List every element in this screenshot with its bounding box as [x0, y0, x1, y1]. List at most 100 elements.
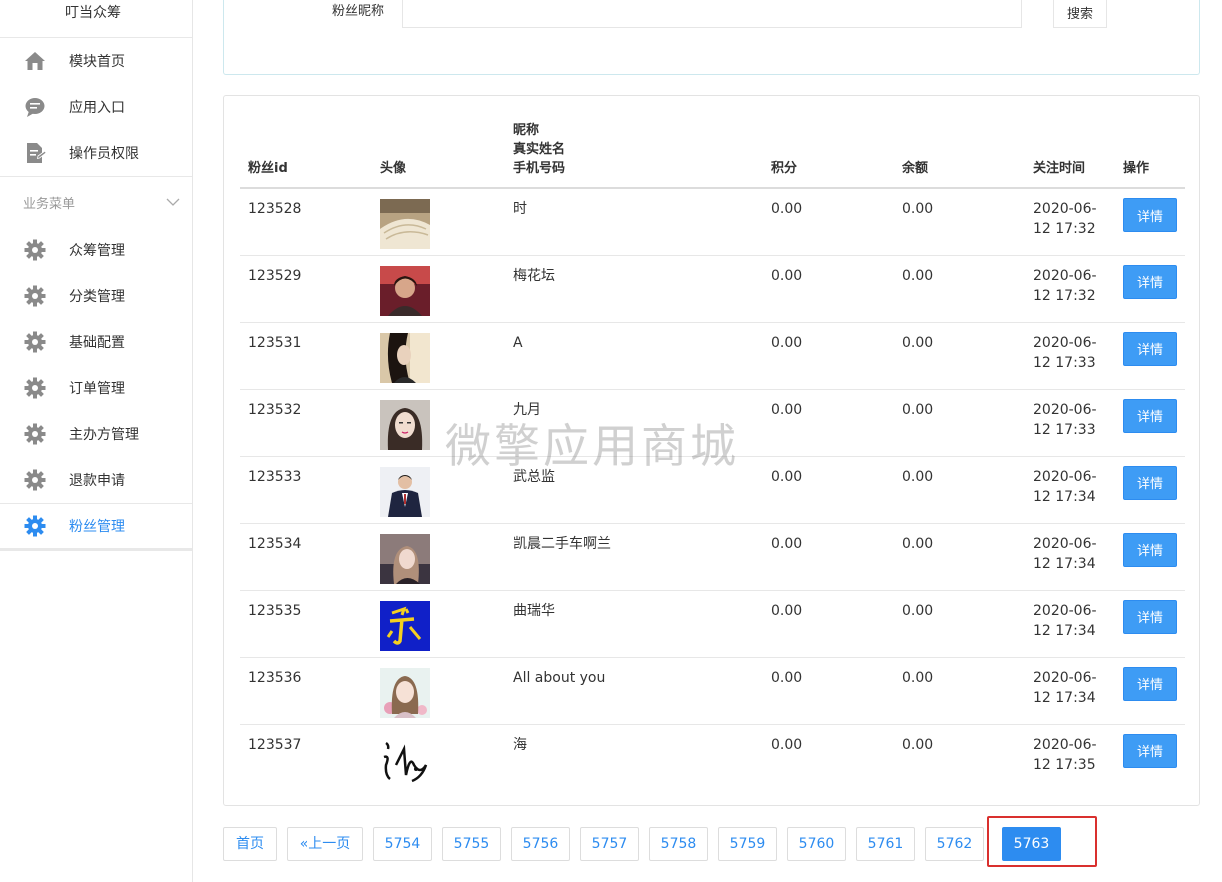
fan-follow-time: 2020-06- 12 17:34 [1025, 657, 1115, 725]
sidebar-item-basic-config[interactable]: 基础配置 [0, 319, 192, 365]
follow-date: 2020-06- [1033, 334, 1097, 351]
sidebar-item-label: 主办方管理 [69, 427, 139, 443]
detail-button[interactable]: 详情 [1123, 599, 1177, 634]
detail-button[interactable]: 详情 [1123, 666, 1177, 701]
sidebar-item-app-entry[interactable]: 应用入口 [0, 84, 192, 130]
gear-icon [24, 331, 46, 353]
sidebar-section-business-menu[interactable]: 业务菜单 [0, 177, 192, 227]
fan-nickname: 海 [513, 736, 527, 753]
search-button[interactable]: 搜索 [1053, 0, 1107, 28]
fan-nickname: 梅花坛 [505, 255, 763, 323]
table-row: 123529 梅花坛 0.00 0.00 2020-06- 12 17:32 详… [240, 255, 1185, 323]
table-header-row: 粉丝id 头像 昵称 真实姓名 手机号码 积分 余额 关注时间 操作 [240, 116, 1185, 189]
avatar [380, 734, 430, 785]
fan-nickname-search-input[interactable] [402, 0, 1022, 28]
header-avatar: 头像 [372, 116, 505, 189]
page-link-5759[interactable]: 5759 [718, 827, 777, 861]
operations-cell: 详情 [1115, 456, 1185, 524]
detail-button[interactable]: 详情 [1123, 264, 1177, 299]
first-page-link[interactable]: 首页 [223, 827, 277, 861]
page-link-5754[interactable]: 5754 [373, 827, 432, 861]
fan-balance: 0.00 [894, 255, 1025, 323]
operations-cell: 详情 [1115, 188, 1185, 256]
sidebar-item-crowdfunding-management[interactable]: 众筹管理 [0, 227, 192, 273]
page-link-5755[interactable]: 5755 [442, 827, 501, 861]
fan-points: 0.00 [763, 590, 894, 658]
gear-icon [24, 239, 46, 261]
fans-table-panel: 粉丝id 头像 昵称 真实姓名 手机号码 积分 余额 关注时间 操作 12352… [223, 95, 1200, 806]
page-link-5761[interactable]: 5761 [856, 827, 915, 861]
detail-button[interactable]: 详情 [1123, 331, 1177, 366]
sidebar-item-fan-management[interactable]: 粉丝管理 [0, 503, 192, 551]
page-link-5758[interactable]: 5758 [649, 827, 708, 861]
fan-balance: 0.00 [894, 590, 1025, 658]
fan-follow-time: 2020-06- 12 17:34 [1025, 523, 1115, 591]
fan-balance: 0.00 [894, 389, 1025, 457]
sidebar-item-refund-requests[interactable]: 退款申请 [0, 457, 192, 503]
operations-cell: 详情 [1115, 523, 1185, 591]
fan-balance: 0.00 [894, 322, 1025, 390]
operations-cell: 详情 [1115, 322, 1185, 390]
fan-nickname: A [505, 322, 763, 390]
sidebar-item-organizer-management[interactable]: 主办方管理 [0, 411, 192, 457]
fan-points: 0.00 [763, 523, 894, 591]
table-row: 123528 时 0.00 0.00 2020-06- 12 17:32 详情 [240, 188, 1185, 256]
sidebar-item-label: 基础配置 [69, 335, 125, 351]
prev-page-link[interactable]: «上一页 [287, 827, 363, 861]
header-phone: 手机号码 [513, 161, 566, 176]
follow-date: 2020-06- [1033, 468, 1097, 485]
app-root: 叮当众筹 模块首页 应用入口 操作员权限 业务菜单 众筹管理 分类管理 基础配置… [0, 0, 1222, 882]
chat-bubble-icon [24, 96, 46, 118]
sidebar-item-label: 粉丝管理 [69, 519, 125, 535]
detail-button[interactable]: 详情 [1123, 198, 1177, 232]
detail-button[interactable]: 详情 [1123, 465, 1177, 500]
fan-nickname: All about you [505, 657, 763, 725]
avatar-cell [372, 590, 505, 658]
fan-points: 0.00 [763, 456, 894, 524]
fan-follow-time: 2020-06- 12 17:34 [1025, 590, 1115, 658]
fan-id: 123532 [240, 389, 372, 457]
search-panel: 粉丝昵称 搜索 [223, 0, 1200, 75]
sidebar-item-label: 众筹管理 [69, 243, 125, 259]
table-row: 123536 All about you 0.00 0.00 2020-06- … [240, 657, 1185, 725]
page-link-5756[interactable]: 5756 [511, 827, 570, 861]
fan-balance: 0.00 [894, 523, 1025, 591]
page-link-5762[interactable]: 5762 [925, 827, 984, 861]
detail-button[interactable]: 详情 [1123, 532, 1177, 567]
sidebar-item-operator-permissions[interactable]: 操作员权限 [0, 130, 192, 176]
sidebar-item-label: 模块首页 [69, 54, 125, 70]
page-link-5763-current[interactable]: 5763 [1002, 827, 1061, 861]
page-link-5760[interactable]: 5760 [787, 827, 846, 861]
avatar [380, 600, 430, 651]
sidebar-item-order-management[interactable]: 订单管理 [0, 365, 192, 411]
header-points: 积分 [763, 116, 894, 189]
fan-id: 123535 [240, 590, 372, 658]
sidebar-section-label: 业务菜单 [23, 196, 76, 212]
sidebar-item-category-management[interactable]: 分类管理 [0, 273, 192, 319]
page-link-5757[interactable]: 5757 [580, 827, 639, 861]
table-row: 123534 凯晨二手车啊兰 0.00 0.00 2020-06- 12 17:… [240, 523, 1185, 591]
detail-button[interactable]: 详情 [1123, 733, 1177, 768]
operations-cell: 详情 [1115, 657, 1185, 725]
fan-points: 0.00 [763, 389, 894, 457]
fan-points: 0.00 [763, 188, 894, 256]
fans-table: 粉丝id 头像 昵称 真实姓名 手机号码 积分 余额 关注时间 操作 12352… [240, 116, 1185, 791]
table-row: 123533 武总监 0.00 0.00 2020-06- 12 17:34 详… [240, 456, 1185, 524]
fan-id: 123537 [248, 736, 302, 753]
header-nickname: 昵称 [513, 123, 540, 138]
gear-icon [24, 423, 46, 445]
avatar-cell [372, 456, 505, 524]
avatar-cell [372, 523, 505, 591]
header-operations: 操作 [1115, 116, 1185, 189]
sidebar: 叮当众筹 模块首页 应用入口 操作员权限 业务菜单 众筹管理 分类管理 基础配置… [0, 0, 193, 882]
operations-cell: 详情 [1115, 389, 1185, 457]
fan-follow-time: 2020-06- 12 17:33 [1025, 389, 1115, 457]
sidebar-item-label: 分类管理 [69, 289, 125, 305]
detail-button[interactable]: 详情 [1123, 398, 1177, 433]
avatar-cell [372, 188, 505, 256]
avatar [380, 667, 430, 718]
sidebar-item-module-home[interactable]: 模块首页 [0, 38, 192, 84]
follow-time: 12 17:35 [1033, 756, 1096, 773]
fan-balance: 0.00 [894, 456, 1025, 524]
gear-icon [24, 377, 46, 399]
